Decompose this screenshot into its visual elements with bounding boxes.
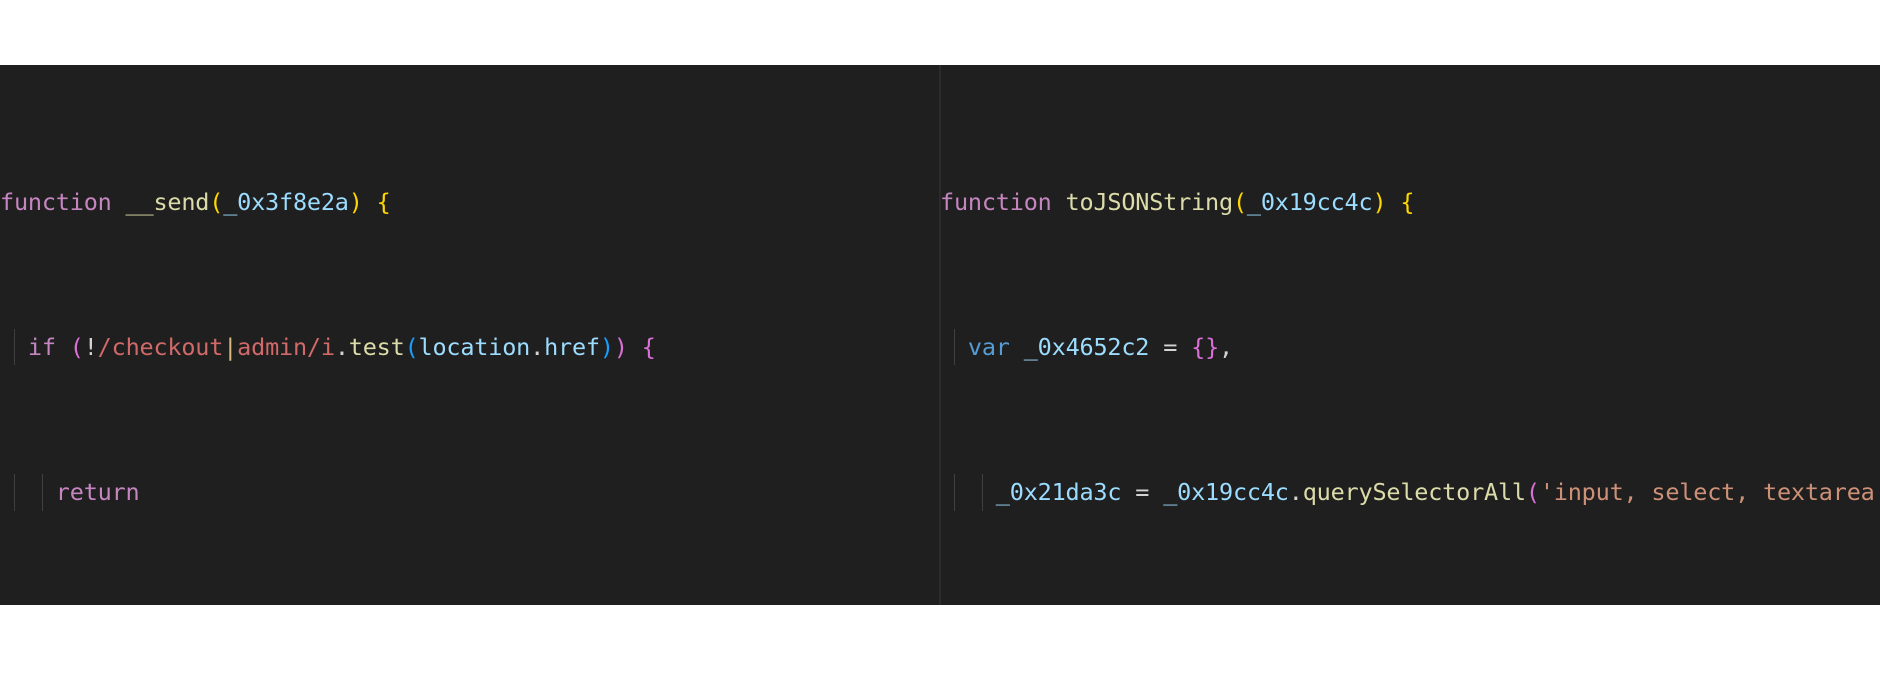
screenshot-root: function __send(_0x3f8e2a) { if (!/check… (0, 0, 1880, 699)
editor-pane-right[interactable]: function toJSONString(_0x19cc4c) { var _… (940, 65, 1880, 605)
pane-divider[interactable] (939, 65, 941, 605)
editor-pane-left[interactable]: function __send(_0x3f8e2a) { if (!/check… (0, 65, 940, 605)
code-content-left[interactable]: function __send(_0x3f8e2a) { if (!/check… (0, 75, 940, 605)
code-line[interactable]: return (0, 474, 940, 511)
code-content-right[interactable]: function toJSONString(_0x19cc4c) { var _… (940, 75, 1880, 605)
code-line[interactable]: function toJSONString(_0x19cc4c) { (940, 184, 1880, 220)
code-line[interactable]: _0x21da3c = _0x19cc4c.querySelectorAll('… (940, 474, 1880, 511)
code-line[interactable]: if (!/checkout|admin/i.test(location.hre… (0, 329, 940, 366)
code-line[interactable]: function __send(_0x3f8e2a) { (0, 184, 940, 220)
editor-split-view[interactable]: function __send(_0x3f8e2a) { if (!/check… (0, 65, 1880, 605)
code-line[interactable]: var _0x4652c2 = {}, (940, 329, 1880, 366)
